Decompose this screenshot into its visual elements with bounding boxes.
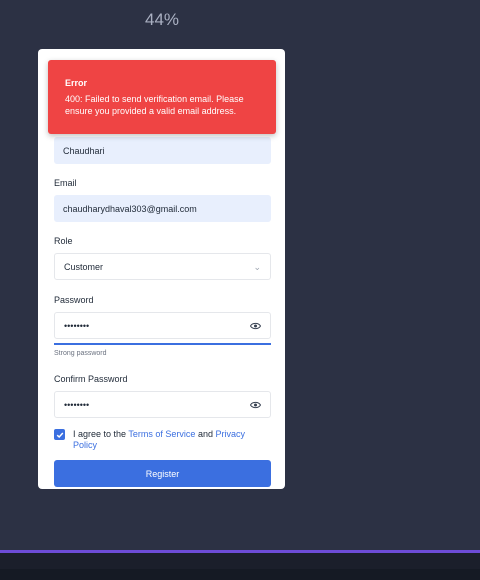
password-strength-fill (54, 343, 271, 345)
error-toast[interactable]: Error 400: Failed to send verification e… (48, 60, 276, 134)
terms-link[interactable]: Terms of Service (128, 429, 195, 439)
confirm-password-field[interactable]: •••••••• (54, 391, 271, 418)
role-label: Role (54, 236, 73, 246)
password-value: •••••••• (64, 320, 90, 331)
register-button[interactable]: Register (54, 460, 271, 487)
eye-icon[interactable] (250, 322, 261, 330)
agree-prefix: I agree to the (73, 429, 127, 439)
eye-icon[interactable] (250, 401, 261, 409)
toast-message: 400: Failed to send verification email. … (65, 94, 244, 116)
password-strength-text: Strong password (54, 350, 107, 357)
and-text: and (197, 429, 213, 439)
role-select[interactable]: Customer ⌄ (54, 253, 271, 280)
email-value: chaudharydhaval303@gmail.com (63, 203, 197, 214)
check-icon (56, 432, 63, 438)
agree-checkbox[interactable] (54, 429, 65, 440)
password-field[interactable]: •••••••• (54, 312, 271, 339)
email-label: Email (54, 178, 77, 188)
password-strength-bar (54, 343, 271, 345)
toast-title: Error (65, 78, 88, 88)
confirm-password-value: •••••••• (64, 399, 90, 410)
last-name-field[interactable]: Chaudhari (54, 137, 271, 164)
chevron-down-icon: ⌄ (253, 262, 261, 272)
bottom-bar-inner (0, 569, 480, 580)
email-field[interactable]: chaudharydhaval303@gmail.com (54, 195, 271, 222)
last-name-value: Chaudhari (63, 145, 105, 156)
bottom-bar (0, 553, 480, 580)
agree-text: I agree to the Terms of Service and Priv… (73, 429, 263, 451)
confirm-password-label: Confirm Password (54, 374, 128, 384)
password-label: Password (54, 295, 94, 305)
role-value: Customer (64, 261, 104, 272)
zoom-level: 44% (144, 10, 180, 29)
